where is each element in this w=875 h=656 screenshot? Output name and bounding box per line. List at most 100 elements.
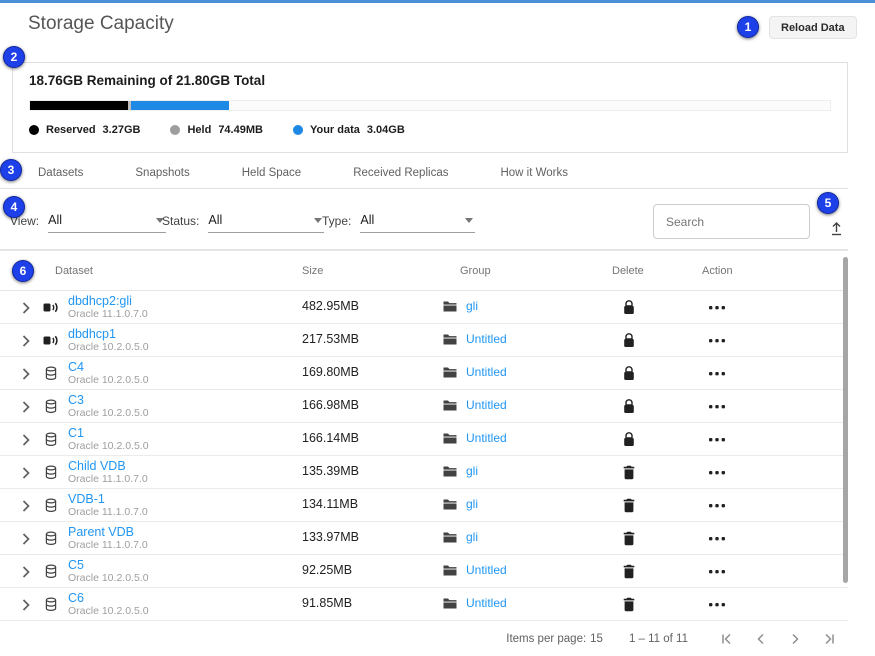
group-link[interactable]: Untitled <box>466 563 507 577</box>
trash-icon[interactable] <box>621 596 637 613</box>
chevron-down-icon <box>465 218 473 223</box>
export-icon[interactable] <box>826 218 846 238</box>
dataset-name-link[interactable]: C1 <box>68 426 149 440</box>
next-page-icon[interactable] <box>786 630 804 648</box>
database-icon <box>42 596 60 612</box>
dataset-name-link[interactable]: C3 <box>68 393 149 407</box>
group-link[interactable]: gli <box>466 530 478 544</box>
table-row: Child VDB Oracle 11.1.0.7.0 135.39MB gli <box>0 456 848 489</box>
expand-chevron-icon[interactable] <box>18 366 34 382</box>
legend-item-held: Held 74.49MB <box>170 124 262 136</box>
column-header-action: Action <box>702 265 733 277</box>
row-actions-menu-icon[interactable] <box>706 299 728 315</box>
row-actions-menu-icon[interactable] <box>706 365 728 381</box>
dataset-name-link[interactable]: dbdhcp1 <box>68 327 149 341</box>
group-link[interactable]: Untitled <box>466 365 507 379</box>
dataset-name-link[interactable]: C5 <box>68 558 149 572</box>
dataset-name-link[interactable]: dbdhcp2:gli <box>68 294 148 308</box>
expand-chevron-icon[interactable] <box>18 597 34 613</box>
folder-icon <box>443 333 457 345</box>
expand-chevron-icon[interactable] <box>18 564 34 580</box>
database-icon <box>42 497 60 513</box>
callout-badge-6: 6 <box>12 260 34 282</box>
tab-how-it-works[interactable]: How it Works <box>500 167 568 179</box>
legend-held-label: Held <box>187 124 211 136</box>
dataset-size: 134.11MB <box>302 497 358 511</box>
database-icon <box>42 464 60 480</box>
table-row: C4 Oracle 10.2.0.5.0 169.80MB Untitled <box>0 357 848 390</box>
dataset-name-link[interactable]: C6 <box>68 591 149 605</box>
status-filter-value: All <box>208 213 222 227</box>
page-range-label: 1 – 11 of 11 <box>629 633 688 645</box>
database-icon <box>42 530 60 546</box>
row-actions-menu-icon[interactable] <box>706 530 728 546</box>
dataset-subtitle: Oracle 11.1.0.7.0 <box>68 308 148 320</box>
items-per-page-value[interactable]: 15 <box>590 633 603 645</box>
trash-icon[interactable] <box>621 464 637 481</box>
dataset-subtitle: Oracle 10.2.0.5.0 <box>68 605 149 617</box>
search-input[interactable] <box>653 204 810 239</box>
row-actions-menu-icon[interactable] <box>706 497 728 513</box>
group-link[interactable]: Untitled <box>466 431 507 445</box>
column-header-group: Group <box>460 265 491 277</box>
expand-chevron-icon[interactable] <box>18 432 34 448</box>
lock-icon[interactable] <box>621 431 637 448</box>
trash-icon[interactable] <box>621 530 637 547</box>
dataset-name-link[interactable]: C4 <box>68 360 149 374</box>
dataset-name-link[interactable]: Child VDB <box>68 459 148 473</box>
vertical-scrollbar[interactable] <box>843 257 848 583</box>
tab-snapshots[interactable]: Snapshots <box>135 167 189 179</box>
bar-your-data-segment <box>131 101 229 110</box>
table-row: VDB-1 Oracle 11.1.0.7.0 134.11MB gli <box>0 489 848 522</box>
legend-reserved-label: Reserved <box>46 124 96 136</box>
table-row: dbdhcp2:gli Oracle 11.1.0.7.0 482.95MB g… <box>0 291 848 324</box>
status-filter-select[interactable]: All <box>208 213 324 233</box>
tab-datasets[interactable]: Datasets <box>38 167 83 179</box>
lock-icon[interactable] <box>621 398 637 415</box>
group-link[interactable]: gli <box>466 299 478 313</box>
capacity-bar <box>29 100 831 111</box>
row-actions-menu-icon[interactable] <box>706 596 728 612</box>
expand-chevron-icon[interactable] <box>18 498 34 514</box>
expand-chevron-icon[interactable] <box>18 399 34 415</box>
last-page-icon[interactable] <box>820 630 838 648</box>
row-actions-menu-icon[interactable] <box>706 431 728 447</box>
expand-chevron-icon[interactable] <box>18 300 34 316</box>
group-link[interactable]: Untitled <box>466 596 507 610</box>
group-link[interactable]: Untitled <box>466 398 507 412</box>
trash-icon[interactable] <box>621 497 637 514</box>
dataset-name-link[interactable]: VDB-1 <box>68 492 148 506</box>
tab-received-replicas[interactable]: Received Replicas <box>353 167 448 179</box>
expand-chevron-icon[interactable] <box>18 333 34 349</box>
reload-data-button[interactable]: Reload Data <box>769 16 857 39</box>
row-actions-menu-icon[interactable] <box>706 464 728 480</box>
table-row: C1 Oracle 10.2.0.5.0 166.14MB Untitled <box>0 423 848 456</box>
capacity-summary-text: 18.76GB Remaining of 21.80GB Total <box>29 73 831 88</box>
table-row: dbdhcp1 Oracle 10.2.0.5.0 217.53MB Untit… <box>0 324 848 357</box>
previous-page-icon[interactable] <box>752 630 770 648</box>
dataset-subtitle: Oracle 10.2.0.5.0 <box>68 341 149 353</box>
column-header-delete: Delete <box>612 265 644 277</box>
lock-icon[interactable] <box>621 332 637 349</box>
group-link[interactable]: gli <box>466 464 478 478</box>
dataset-size: 217.53MB <box>302 332 359 346</box>
lock-icon[interactable] <box>621 365 637 382</box>
type-filter-select[interactable]: All <box>360 213 475 233</box>
datasets-table: Dataset Size Group Delete Action dbdhcp2… <box>0 250 848 621</box>
table-row: C3 Oracle 10.2.0.5.0 166.98MB Untitled <box>0 390 848 423</box>
group-link[interactable]: gli <box>466 497 478 511</box>
group-link[interactable]: Untitled <box>466 332 507 346</box>
lock-icon[interactable] <box>621 299 637 316</box>
table-row: C5 Oracle 10.2.0.5.0 92.25MB Untitled <box>0 555 848 588</box>
tab-held-space[interactable]: Held Space <box>242 167 301 179</box>
row-actions-menu-icon[interactable] <box>706 563 728 579</box>
row-actions-menu-icon[interactable] <box>706 332 728 348</box>
expand-chevron-icon[interactable] <box>18 531 34 547</box>
first-page-icon[interactable] <box>718 630 736 648</box>
row-actions-menu-icon[interactable] <box>706 398 728 414</box>
expand-chevron-icon[interactable] <box>18 465 34 481</box>
dataset-name-link[interactable]: Parent VDB <box>68 525 148 539</box>
view-filter-select[interactable]: All <box>48 213 166 233</box>
trash-icon[interactable] <box>621 563 637 580</box>
tab-bar: Datasets Snapshots Held Space Received R… <box>0 158 848 189</box>
